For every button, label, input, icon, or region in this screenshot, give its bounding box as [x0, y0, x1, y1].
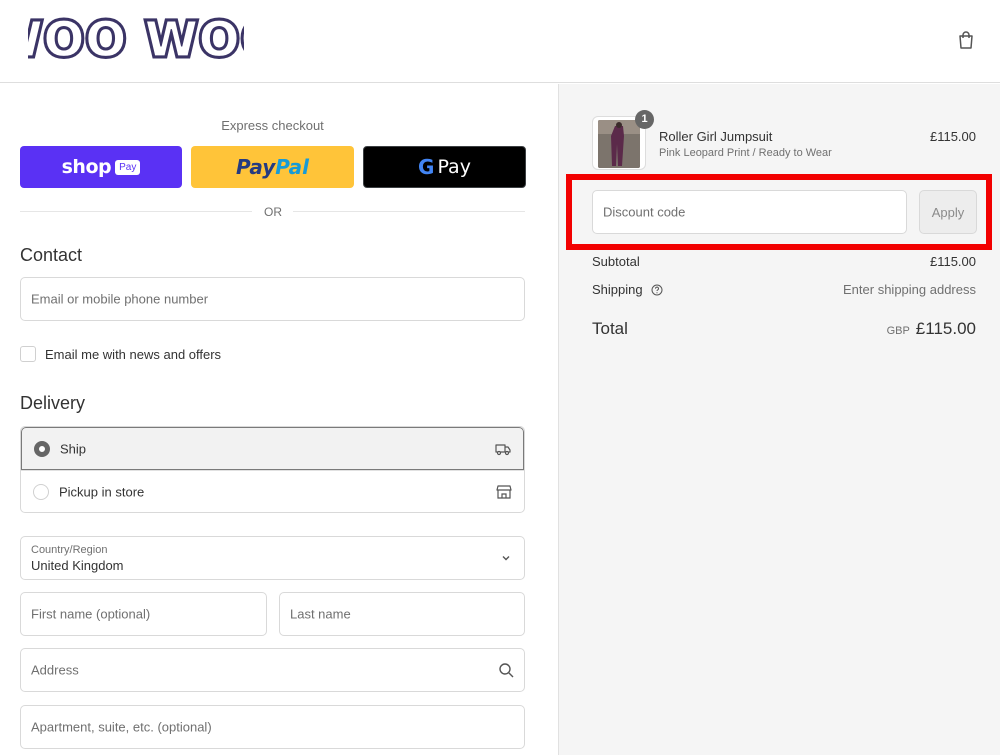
country-label: Country/Region	[31, 544, 108, 556]
email-field[interactable]: Email or mobile phone number	[20, 277, 525, 321]
delivery-option-ship[interactable]: Ship	[21, 427, 524, 470]
pickup-radio[interactable]	[33, 484, 49, 500]
search-icon[interactable]	[498, 662, 514, 678]
apartment-field[interactable]: Apartment, suite, etc. (optional)	[20, 705, 525, 749]
contact-heading: Contact	[20, 245, 83, 265]
pickup-label: Pickup in store	[59, 484, 145, 500]
last-name-placeholder: Last name	[290, 606, 351, 622]
delivery-option-pickup[interactable]: Pickup in store	[21, 470, 524, 512]
country-select[interactable]: Country/Region United Kingdom	[20, 536, 525, 580]
apartment-placeholder: Apartment, suite, etc. (optional)	[31, 719, 212, 735]
shopping-bag-icon	[959, 31, 973, 49]
google-pay-button[interactable]: G Pay	[363, 146, 526, 188]
delivery-method-group: Ship Pickup in store	[20, 426, 525, 513]
discount-placeholder: Discount code	[603, 204, 686, 220]
chevron-down-icon	[502, 556, 510, 561]
subtotal-label: Subtotal	[592, 254, 640, 269]
product-image	[598, 120, 640, 168]
divider-right	[293, 211, 525, 212]
ship-label: Ship	[60, 441, 87, 456]
divider-left	[20, 211, 252, 212]
total-amount: GBP £115.00	[887, 319, 976, 339]
svg-text:WOO WOO: WOO WOO	[28, 12, 244, 66]
woo-woo-logo[interactable]: WOO WOO WOO WOO	[28, 10, 244, 66]
subtotal-value: £115.00	[929, 254, 976, 269]
newsletter-label: Email me with news and offers	[45, 347, 222, 362]
apply-discount-button[interactable]: Apply	[919, 190, 977, 234]
discount-code-field[interactable]: Discount code	[592, 190, 907, 234]
cart-button[interactable]	[954, 27, 978, 53]
google-g-icon: G	[418, 155, 435, 179]
country-value: United Kingdom	[31, 558, 124, 573]
delivery-heading: Delivery	[20, 393, 86, 413]
shipping-row: Shipping	[592, 282, 663, 297]
store-icon	[496, 485, 512, 499]
site-header: WOO WOO WOO WOO	[0, 0, 1000, 83]
email-placeholder: Email or mobile phone number	[31, 291, 209, 307]
product-price: £115.00	[929, 129, 976, 144]
address-field[interactable]: Address	[20, 648, 525, 692]
address-placeholder: Address	[31, 662, 79, 678]
google-pay-wordmark: Pay	[437, 156, 471, 178]
shipping-label: Shipping	[592, 282, 643, 297]
newsletter-checkbox[interactable]	[20, 346, 36, 362]
product-variant: Pink Leopard Print / Ready to Wear	[659, 147, 832, 159]
total-label: Total	[592, 319, 628, 338]
ship-radio[interactable]	[34, 440, 50, 457]
help-icon[interactable]	[651, 284, 663, 296]
shop-pay-wordmark: shop	[61, 156, 112, 178]
shipping-value: Enter shipping address	[843, 282, 976, 297]
total-value: £115.00	[915, 319, 976, 338]
or-divider-text: OR	[264, 205, 282, 219]
shop-pay-button[interactable]: shop Pay	[20, 146, 182, 188]
first-name-placeholder: First name (optional)	[31, 606, 151, 622]
last-name-field[interactable]: Last name	[279, 592, 525, 636]
express-checkout-title: Express checkout	[221, 118, 324, 133]
total-currency: GBP	[886, 325, 910, 337]
product-name: Roller Girl Jumpsuit	[659, 129, 773, 144]
first-name-field[interactable]: First name (optional)	[20, 592, 267, 636]
truck-icon	[495, 443, 511, 455]
shop-pay-badge: Pay	[115, 159, 141, 175]
paypal-wordmark: PayPal	[235, 155, 310, 179]
paypal-button[interactable]: PayPal	[191, 146, 354, 188]
quantity-badge: 1	[635, 110, 654, 129]
